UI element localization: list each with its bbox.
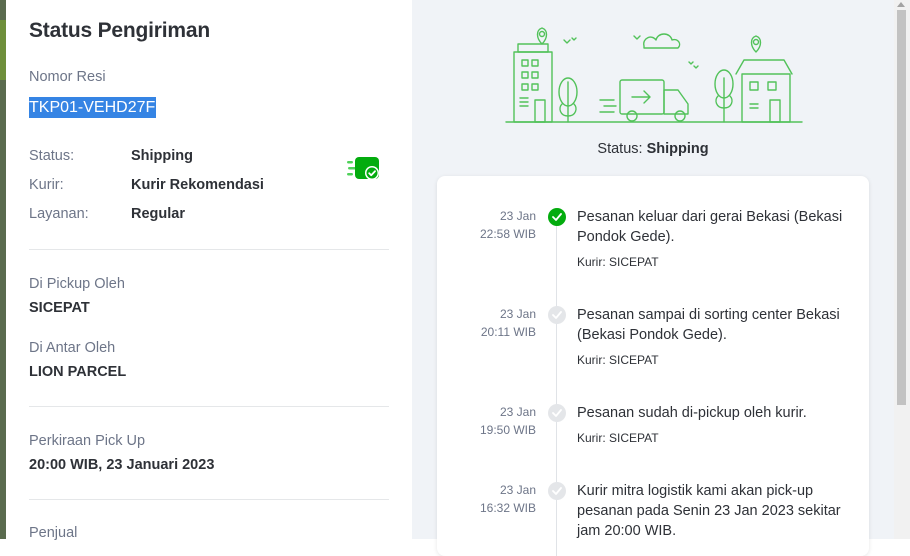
timeline-description: Pesanan keluar dari gerai Bekasi (Bekasi… bbox=[577, 207, 845, 270]
divider bbox=[29, 249, 389, 250]
timeline-time: 16:32 WIB bbox=[479, 501, 536, 515]
check-icon bbox=[548, 208, 566, 226]
divider bbox=[29, 406, 389, 407]
timeline-datetime: 23 Jan 20:11 WIB bbox=[481, 305, 536, 341]
timeline-line bbox=[556, 218, 557, 556]
page-title: Status Pengiriman bbox=[29, 19, 210, 42]
resi-number[interactable]: TKP01-VEHD27F bbox=[29, 97, 157, 118]
delivery-label: Di Antar Oleh bbox=[29, 340, 116, 356]
scrollbar-thumb[interactable] bbox=[897, 10, 906, 405]
check-icon bbox=[548, 306, 566, 324]
layanan-label: Layanan: bbox=[29, 206, 89, 222]
timeline-date: 23 Jan bbox=[499, 483, 536, 497]
timeline-message: Pesanan sudah di-pickup oleh kurir. bbox=[577, 405, 807, 421]
kurir-value: Kurir Rekomendasi bbox=[131, 177, 264, 193]
timeline-date: 23 Jan bbox=[499, 209, 536, 223]
shipping-status-summary: Status: Shipping bbox=[412, 141, 894, 157]
scroll-up-arrow-icon[interactable] bbox=[897, 2, 905, 7]
kurir-label: Kurir: bbox=[29, 177, 64, 193]
resi-label: Nomor Resi bbox=[29, 69, 106, 85]
estimate-value: 20:00 WIB, 23 Januari 2023 bbox=[29, 457, 215, 473]
timeline-date: 23 Jan bbox=[499, 405, 536, 419]
timeline-description: Pesanan sampai di sorting center Bekasi … bbox=[577, 305, 845, 368]
timeline-time: 20:11 WIB bbox=[480, 325, 536, 339]
divider bbox=[29, 499, 389, 500]
timeline-datetime: 23 Jan 16:32 WIB bbox=[480, 481, 536, 517]
status-value: Shipping bbox=[131, 148, 194, 164]
timeline-datetime: 23 Jan 19:50 WIB bbox=[480, 403, 536, 439]
fast-delivery-check-icon bbox=[347, 157, 379, 180]
check-icon bbox=[548, 404, 566, 422]
scrollbar[interactable] bbox=[894, 0, 910, 539]
status-summary-value: Shipping bbox=[646, 141, 709, 157]
timeline-datetime: 23 Jan 22:58 WIB bbox=[480, 207, 536, 243]
check-icon bbox=[548, 482, 566, 500]
status-summary-prefix: Status: bbox=[597, 141, 643, 157]
timeline-message: Pesanan sampai di sorting center Bekasi … bbox=[577, 307, 840, 343]
delivery-illustration bbox=[505, 27, 803, 123]
timeline-time: 19:50 WIB bbox=[479, 423, 536, 437]
timeline-description: Pesanan sudah di-pickup oleh kurir. Kuri… bbox=[577, 403, 845, 446]
timeline-message: Kurir mitra logistik kami akan pick-up p… bbox=[577, 483, 841, 539]
timeline-courier: Kurir: SICEPAT bbox=[577, 431, 659, 445]
shipment-info-panel: Status Pengiriman Nomor Resi TKP01-VEHD2… bbox=[6, 0, 412, 541]
delivery-value: LION PARCEL bbox=[29, 364, 127, 380]
timeline-time: 22:58 WIB bbox=[479, 227, 536, 241]
timeline-message: Pesanan keluar dari gerai Bekasi (Bekasi… bbox=[577, 209, 843, 245]
estimate-label: Perkiraan Pick Up bbox=[29, 433, 146, 449]
timeline-courier: Kurir: SICEPAT bbox=[577, 255, 659, 269]
timeline-description: Kurir mitra logistik kami akan pick-up p… bbox=[577, 481, 845, 541]
layanan-value: Regular bbox=[131, 206, 185, 222]
status-label: Status: bbox=[29, 148, 75, 164]
pickup-label: Di Pickup Oleh bbox=[29, 276, 125, 292]
tracking-panel: Status: Shipping 23 Jan 22:58 WIB Pesana… bbox=[412, 0, 894, 556]
timeline-date: 23 Jan bbox=[499, 307, 536, 321]
pickup-value: SICEPAT bbox=[29, 300, 90, 316]
timeline-courier: Kurir: SICEPAT bbox=[577, 353, 659, 367]
tracking-timeline-card: 23 Jan 22:58 WIB Pesanan keluar dari ger… bbox=[437, 176, 869, 556]
